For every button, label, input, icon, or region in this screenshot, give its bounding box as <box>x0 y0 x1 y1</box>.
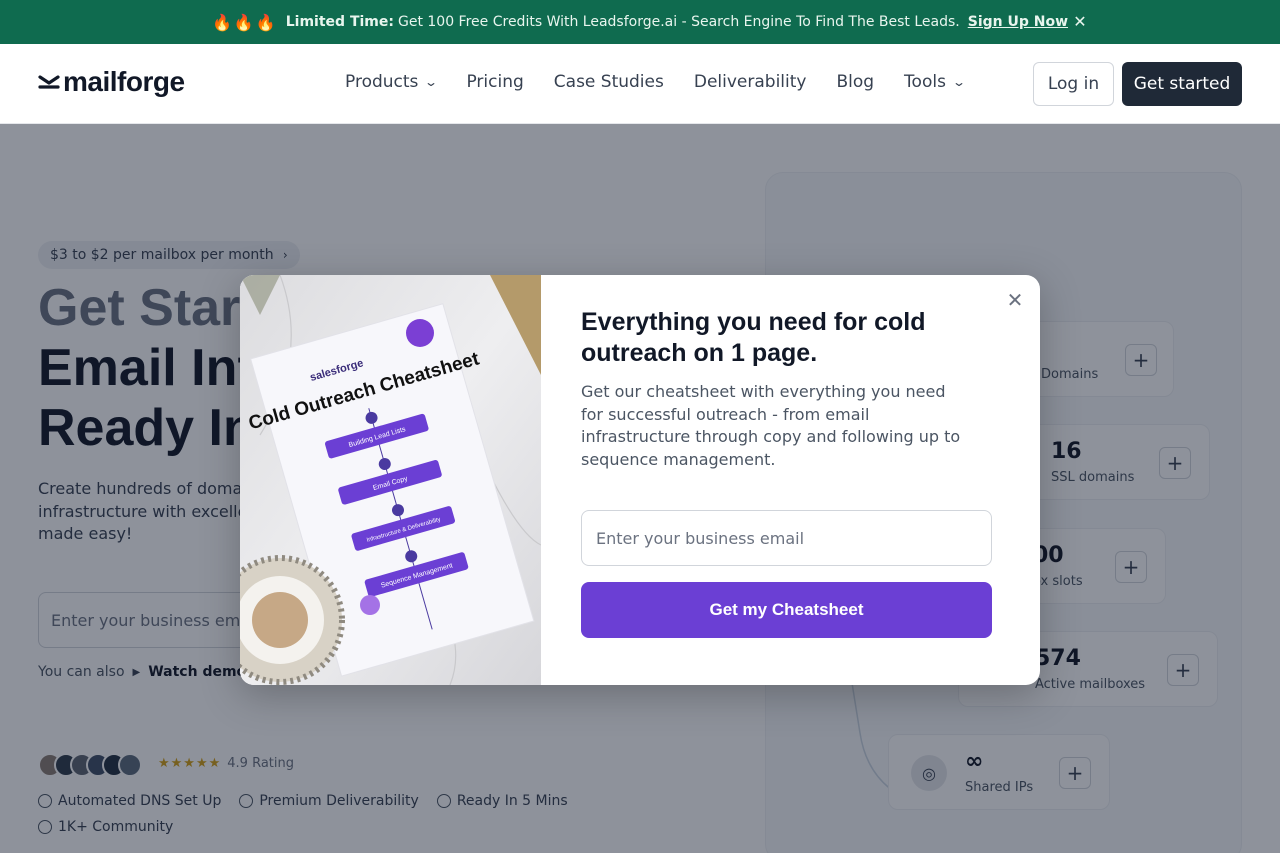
banner-signup-link[interactable]: Sign Up Now <box>968 14 1068 30</box>
modal-email-input[interactable]: Enter your business email <box>581 510 992 566</box>
banner-text: Get 100 Free Credits With Leadsforge.ai … <box>397 14 960 30</box>
modal-title: Everything you need for cold outreach on… <box>581 308 926 367</box>
modal-backdrop-top[interactable] <box>0 44 1280 124</box>
promo-banner: 🔥🔥🔥 Limited Time: Get 100 Free Credits W… <box>0 0 1280 44</box>
cheatsheet-image: salesforge Cold Outreach Cheatsheet Buil… <box>240 275 541 685</box>
modal-close-icon[interactable]: ✕ <box>1004 288 1026 312</box>
fire-emoji: 🔥🔥🔥 <box>211 12 278 32</box>
get-cheatsheet-button[interactable]: Get my Cheatsheet <box>581 582 992 638</box>
banner-strong-text: Limited Time: <box>285 14 394 30</box>
modal-description: Get our cheatsheet with everything you n… <box>581 382 961 469</box>
cheatsheet-modal: salesforge Cold Outreach Cheatsheet Buil… <box>240 275 1040 685</box>
cheatsheet-illustration: salesforge Cold Outreach Cheatsheet Buil… <box>240 275 541 685</box>
close-icon[interactable]: ✕ <box>1070 12 1090 32</box>
